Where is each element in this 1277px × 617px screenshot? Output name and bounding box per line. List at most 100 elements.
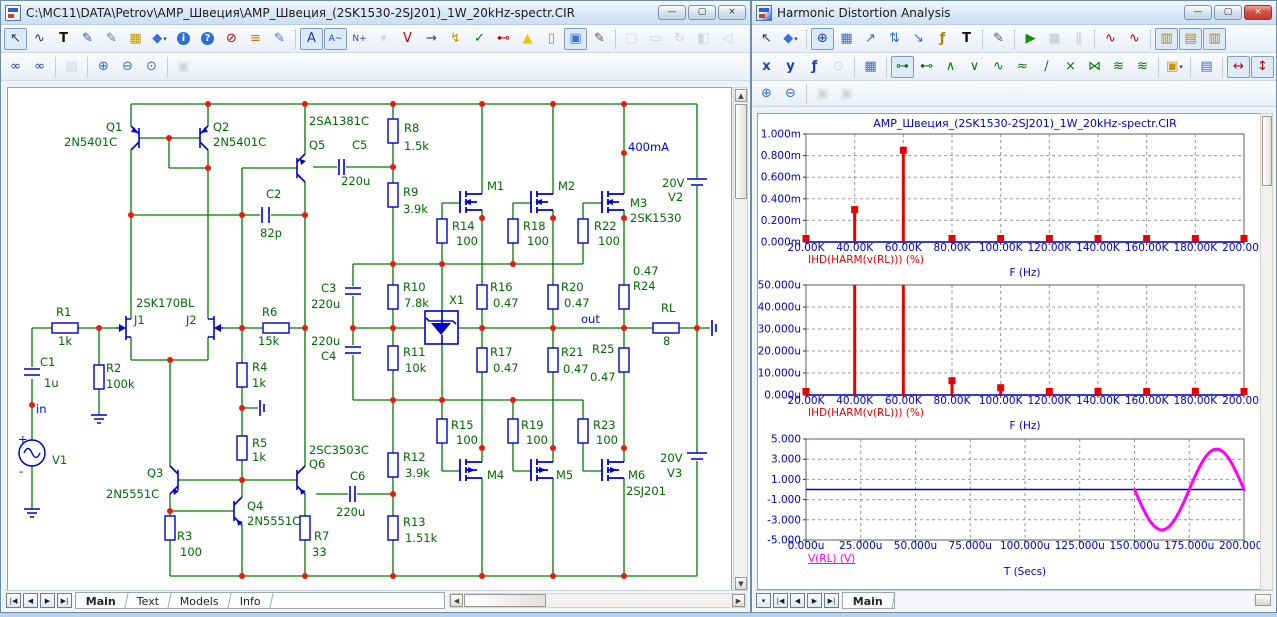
schematic-titlebar[interactable]: C:\MC11\DATA\Petrov\AMP_Швеция\AMP_Швеци… xyxy=(1,1,750,25)
scroll-down-button[interactable]: ▼ xyxy=(735,577,747,590)
polygon-mode-button[interactable]: ✎ xyxy=(100,28,123,50)
reduce-data-points-button[interactable]: ∿ xyxy=(1099,28,1122,50)
run-button[interactable]: ▶ xyxy=(1019,28,1042,50)
wf-cross-2-button[interactable]: ⋈ xyxy=(1083,56,1106,78)
tab-models[interactable]: Models xyxy=(169,593,232,608)
attribute-text-toggle-button[interactable]: A xyxy=(300,28,323,50)
wf-slope-button[interactable]: ∕ xyxy=(1035,56,1058,78)
properties-button[interactable]: ✎ xyxy=(987,28,1010,50)
hscroll-thumb[interactable] xyxy=(464,594,546,607)
tab-scroll-button[interactable]: ▶| xyxy=(57,593,72,608)
vertical-tag-button[interactable]: ⇅ xyxy=(883,28,906,50)
properties-button[interactable]: ✎ xyxy=(588,28,611,50)
tab-scroll-button[interactable]: ▶ xyxy=(40,593,55,608)
zoom-in-button[interactable]: ⊕ xyxy=(92,56,115,78)
plot-vscrollbar[interactable] xyxy=(1260,113,1273,590)
conditions-toggle-button[interactable]: ✓ xyxy=(468,28,491,50)
minimize-button[interactable]: — xyxy=(1184,5,1212,20)
clipboard-button[interactable]: ▣▾ xyxy=(1163,56,1186,78)
select-tool-button[interactable]: ↖ xyxy=(4,28,27,50)
panel-layout-2-button[interactable]: ▤ xyxy=(1179,28,1202,50)
scroll-up-button[interactable]: ▲ xyxy=(735,89,747,102)
tab-main[interactable]: Main xyxy=(74,593,128,608)
wf-data-points-button[interactable]: ⊶ xyxy=(891,56,914,78)
zoom-out-button[interactable]: ⊖ xyxy=(116,56,139,78)
warnings-toggle-button[interactable]: ▲ xyxy=(516,28,539,50)
panel-layout-1-button[interactable]: ▥ xyxy=(1155,28,1178,50)
model-check-button[interactable]: ⊘ xyxy=(220,28,243,50)
help-mode-button[interactable]: ? xyxy=(196,28,219,50)
schematic-canvas[interactable]: Q12N5401CQ22N5401C2SA1381CQ5C5220uC282p2… xyxy=(8,88,731,591)
resize-grip[interactable] xyxy=(1255,594,1271,606)
tab-scroll-button[interactable]: ◀ xyxy=(790,593,805,608)
panel-layout-3-button[interactable]: ▥ xyxy=(1203,28,1226,50)
shape-tools-button[interactable]: ◆▾ xyxy=(779,28,802,50)
tab-text[interactable]: Text xyxy=(125,593,171,608)
wire-mode-button[interactable]: ∿ xyxy=(28,28,51,50)
wf-stack-2-button[interactable]: ≋ xyxy=(1131,56,1154,78)
find-next-button[interactable]: ∞ xyxy=(28,56,51,78)
find-button[interactable]: ∞ xyxy=(4,56,27,78)
pin-connections-toggle-button[interactable]: ⊷ xyxy=(492,28,515,50)
close-button[interactable]: × xyxy=(718,5,746,20)
schematic-hscrollbar[interactable]: ◀ ▶ xyxy=(449,592,746,609)
select-tool-button[interactable]: ↖ xyxy=(755,28,778,50)
component-search-button[interactable]: ▦ xyxy=(124,28,147,50)
tab-scroll-button[interactable]: ◀ xyxy=(23,593,38,608)
zoom-100-button[interactable]: ⊙ xyxy=(140,56,163,78)
data-point-labels-button[interactable]: ∿ xyxy=(1123,28,1146,50)
schematic-vscrollbar[interactable]: ▲ ▼ xyxy=(733,87,748,592)
close-button[interactable]: × xyxy=(1244,5,1272,20)
scroll-left-button[interactable]: ◀ xyxy=(450,594,463,607)
scale-horizontal-button[interactable]: ↔ xyxy=(1227,56,1250,78)
attribute-value-toggle-button[interactable]: A~ xyxy=(324,28,347,50)
doc-edit-button[interactable]: ✎ xyxy=(268,28,291,50)
wf-tokens-button[interactable]: ⊷ xyxy=(915,56,938,78)
zoom-out-button[interactable]: ⊖ xyxy=(779,83,802,105)
wf-wave-button[interactable]: ∿ xyxy=(987,56,1010,78)
horizontal-tag-button[interactable]: ↘ xyxy=(907,28,930,50)
restore-button[interactable]: ▢ xyxy=(1214,5,1242,20)
text-mode-button[interactable]: T xyxy=(52,28,75,50)
cursor-mode-button[interactable]: ▦ xyxy=(835,28,858,50)
block-select-mode-button[interactable]: ▣ xyxy=(564,28,587,50)
tab-scroll-button[interactable]: |◀ xyxy=(6,593,21,608)
plot-vscroll-thumb[interactable] xyxy=(1262,116,1272,186)
currents-toggle-button[interactable]: → xyxy=(420,28,443,50)
info-mode-button[interactable]: i xyxy=(172,28,195,50)
minimize-button[interactable]: — xyxy=(658,5,686,20)
wf-peak-button[interactable]: ∧ xyxy=(939,56,962,78)
performance-tag-button[interactable]: ƒ xyxy=(931,28,954,50)
scroll-right-button[interactable]: ▶ xyxy=(732,594,745,607)
wf-envelope-button[interactable]: ≈ xyxy=(1011,56,1034,78)
tab-main[interactable]: Main xyxy=(841,593,895,608)
numeric-output-button[interactable]: ▤ xyxy=(1195,56,1218,78)
shape-tools-button[interactable]: ◆▾ xyxy=(148,28,171,50)
scale-vertical-button[interactable]: ↕ xyxy=(1251,56,1274,78)
tab-info[interactable]: Info xyxy=(228,593,273,608)
tab-scroll-button[interactable]: ▾ xyxy=(756,593,771,608)
list-rows-button[interactable]: ≡ xyxy=(244,28,267,50)
zoom-in-button[interactable]: ⊕ xyxy=(755,83,778,105)
vscroll-thumb[interactable] xyxy=(735,104,747,199)
node-voltages-toggle-button[interactable]: V xyxy=(396,28,419,50)
wf-valley-button[interactable]: ∨ xyxy=(963,56,986,78)
tab-scroll-button[interactable]: ▶ xyxy=(807,593,822,608)
scale-mode-button[interactable]: ⊕ xyxy=(811,28,834,50)
restore-button[interactable]: ▢ xyxy=(688,5,716,20)
tab-scroll-button[interactable]: |◀ xyxy=(773,593,788,608)
border-display-toggle-button[interactable]: ▯ xyxy=(540,28,563,50)
text-mode-button[interactable]: T xyxy=(955,28,978,50)
fx-settings-button[interactable]: ƒ xyxy=(803,56,826,78)
node-numbers-toggle-button[interactable]: N+ xyxy=(348,28,371,50)
x-axis-settings-button[interactable]: x xyxy=(755,56,778,78)
y-axis-settings-button[interactable]: y xyxy=(779,56,802,78)
line-mode-button[interactable]: ✎ xyxy=(76,28,99,50)
wf-stack-button[interactable]: ≋ xyxy=(1107,56,1130,78)
point-tag-button[interactable]: ↗ xyxy=(859,28,882,50)
wf-cross-button[interactable]: × xyxy=(1059,56,1082,78)
tab-scroll-button[interactable]: ▶| xyxy=(824,593,839,608)
plot-canvas[interactable]: 20.00K40.00K60.00K80.00K100.00K120.00K14… xyxy=(758,114,1262,589)
analysis-limits-button[interactable]: ▦ xyxy=(859,56,882,78)
analysis-titlebar[interactable]: Harmonic Distortion Analysis — ▢ × xyxy=(752,1,1276,25)
